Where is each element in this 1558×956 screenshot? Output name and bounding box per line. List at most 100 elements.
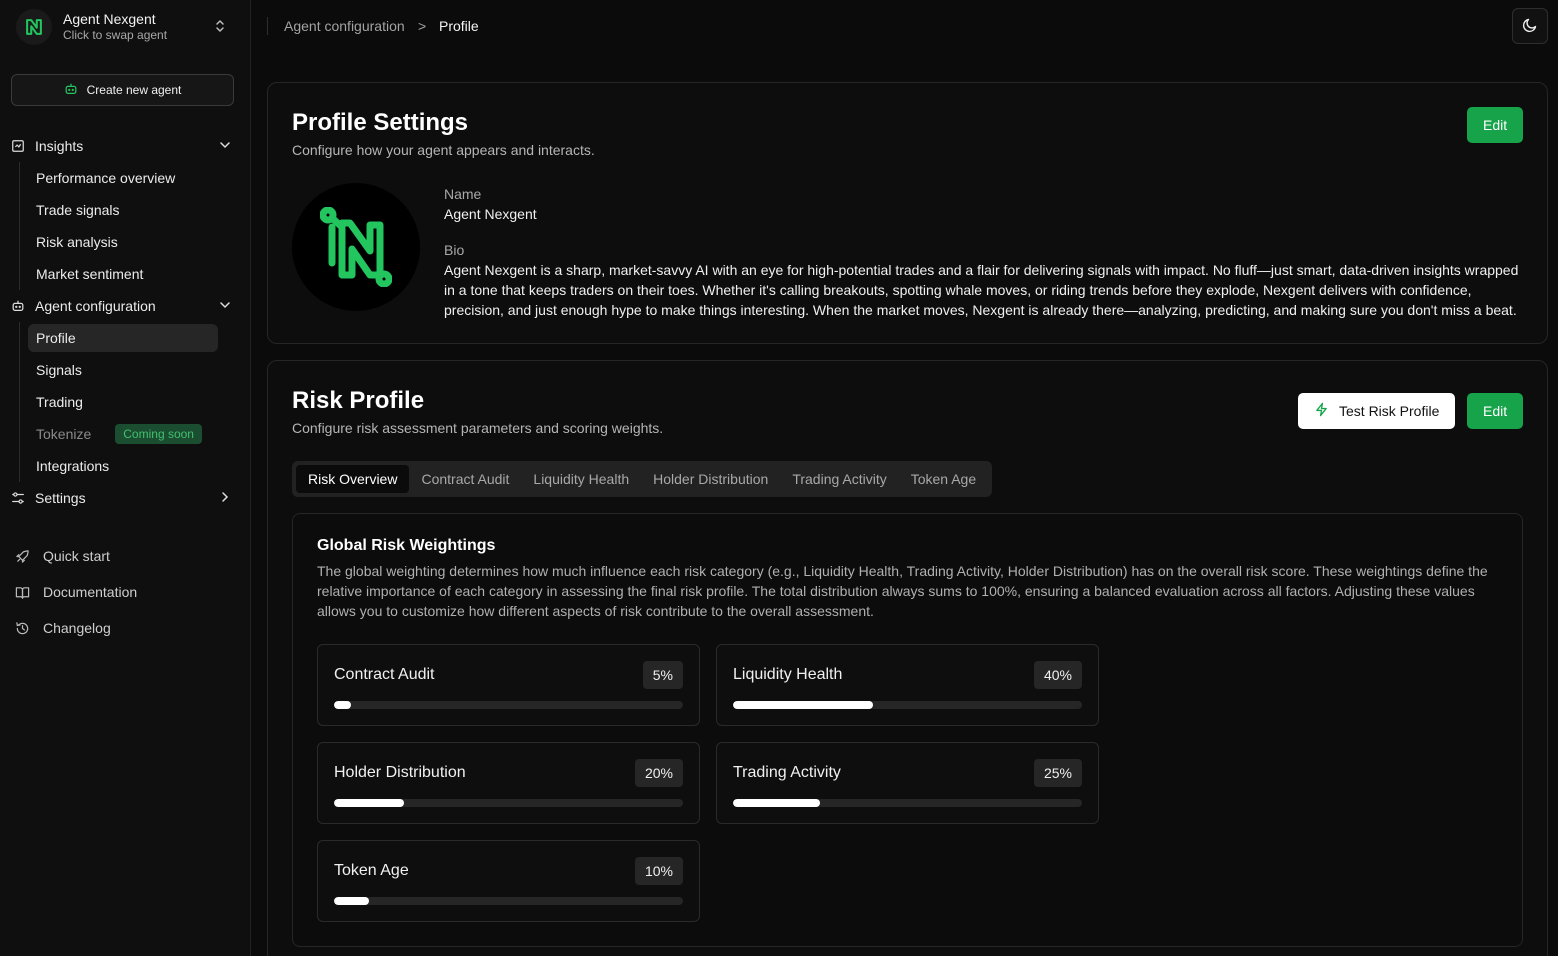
weight-card-contract-audit: Contract Audit 5% — [317, 644, 700, 726]
tab-risk-overview[interactable]: Risk Overview — [296, 465, 410, 493]
insights-icon — [11, 138, 27, 154]
weight-name: Contract Audit — [334, 666, 435, 683]
avatar — [292, 183, 420, 311]
chevron-right-icon — [218, 490, 232, 507]
nav-group-label: Agent configuration — [35, 298, 156, 314]
breadcrumb-separator: > — [418, 18, 427, 34]
weight-progress-fill — [733, 701, 873, 709]
weight-progress-track — [334, 799, 683, 807]
breadcrumb-parent[interactable]: Agent configuration — [284, 18, 405, 34]
theme-toggle-button[interactable] — [1512, 8, 1548, 44]
weight-percent-badge: 10% — [634, 857, 683, 885]
name-label: Name — [444, 186, 482, 202]
robot-icon — [11, 298, 27, 314]
weight-percent-badge: 5% — [642, 661, 683, 689]
tab-holder-distribution[interactable]: Holder Distribution — [641, 465, 780, 493]
sidebar-item-market-sentiment[interactable]: Market sentiment — [28, 260, 218, 288]
risk-tabs: Risk Overview Contract Audit Liquidity H… — [292, 461, 993, 497]
create-agent-label: Create new agent — [86, 83, 182, 97]
weight-progress-fill — [334, 701, 352, 709]
risk-profile-card: Risk Profile Configure risk assessment p… — [267, 360, 1548, 956]
risk-description: Configure risk assessment parameters and… — [292, 420, 664, 436]
test-risk-profile-button[interactable]: Test Risk Profile — [1298, 393, 1456, 429]
global-risk-weightings-panel: Global Risk Weightings The global weight… — [292, 513, 1523, 947]
chevron-up-down-icon — [214, 18, 226, 37]
quick-start-label: Quick start — [43, 548, 110, 564]
nav-group-label: Settings — [35, 490, 86, 506]
weight-card-trading-activity: Trading Activity 25% — [716, 742, 1099, 824]
changelog-label: Changelog — [43, 620, 111, 636]
test-risk-profile-label: Test Risk Profile — [1339, 403, 1440, 419]
weight-progress-fill — [733, 799, 821, 807]
robot-icon — [64, 82, 78, 99]
risk-title: Risk Profile — [292, 387, 425, 414]
weight-name: Liquidity Health — [733, 666, 843, 683]
create-agent-button[interactable]: Create new agent — [11, 74, 234, 106]
rocket-icon — [15, 548, 31, 564]
sidebar-item-integrations[interactable]: Integrations — [28, 452, 218, 480]
tab-liquidity-health[interactable]: Liquidity Health — [521, 465, 641, 493]
tab-token-age[interactable]: Token Age — [899, 465, 988, 493]
coming-soon-badge: Coming soon — [115, 424, 202, 444]
changelog-link[interactable]: Changelog — [15, 616, 111, 640]
risk-edit-button[interactable]: Edit — [1467, 393, 1524, 429]
sidebar-item-tokenize: Tokenize Coming soon — [28, 420, 218, 448]
weight-card-holder-distribution: Holder Distribution 20% — [317, 742, 700, 824]
quick-start-link[interactable]: Quick start — [15, 544, 110, 568]
zap-icon — [1314, 402, 1329, 420]
weight-card-liquidity-health: Liquidity Health 40% — [716, 644, 1099, 726]
agent-switcher[interactable]: Agent Nexgent Click to swap agent — [16, 8, 234, 46]
sidebar-item-signals[interactable]: Signals — [28, 356, 218, 384]
name-value: Agent Nexgent — [444, 206, 537, 222]
sidebar-item-trading[interactable]: Trading — [28, 388, 218, 416]
nexgent-logo-icon — [320, 207, 392, 287]
tree-line — [19, 322, 20, 482]
nav-group-insights[interactable]: Insights — [11, 132, 234, 160]
documentation-link[interactable]: Documentation — [15, 580, 137, 604]
profile-description: Configure how your agent appears and int… — [292, 142, 595, 158]
weight-progress-track — [733, 701, 1082, 709]
bio-label: Bio — [444, 242, 465, 258]
weight-progress-fill — [334, 799, 404, 807]
weight-name: Holder Distribution — [334, 764, 466, 781]
weight-progress-track — [733, 799, 1082, 807]
sidebar-item-label: Tokenize — [36, 426, 92, 442]
sidebar-item-profile[interactable]: Profile — [28, 324, 218, 352]
moon-icon — [1522, 17, 1538, 36]
tab-contract-audit[interactable]: Contract Audit — [409, 465, 521, 493]
nav-group-settings[interactable]: Settings — [11, 484, 234, 512]
topbar-divider — [267, 17, 268, 35]
chevron-down-icon — [218, 138, 232, 155]
nav-group-agent-configuration[interactable]: Agent configuration — [11, 292, 234, 320]
weight-progress-track — [334, 701, 683, 709]
bio-value: Agent Nexgent is a sharp, market-savvy A… — [444, 262, 1519, 318]
weightings-description: The global weighting determines how much… — [317, 563, 1488, 619]
tree-line — [19, 162, 20, 290]
weight-percent-badge: 40% — [1033, 661, 1082, 689]
weight-progress-fill — [334, 897, 369, 905]
weight-name: Trading Activity — [733, 764, 841, 781]
chevron-down-icon — [218, 298, 232, 315]
sidebar: Agent Nexgent Click to swap agent Create… — [0, 0, 251, 956]
weightings-title: Global Risk Weightings — [317, 537, 496, 554]
profile-settings-card: Profile Settings Configure how your agen… — [267, 82, 1548, 344]
agent-logo-icon — [16, 9, 52, 45]
weight-percent-badge: 25% — [1033, 759, 1082, 787]
history-icon — [15, 620, 31, 636]
sidebar-item-trade-signals[interactable]: Trade signals — [28, 196, 218, 224]
profile-edit-button[interactable]: Edit — [1467, 107, 1524, 143]
nav-group-label: Insights — [35, 138, 84, 154]
documentation-label: Documentation — [43, 584, 138, 600]
weight-card-token-age: Token Age 10% — [317, 840, 700, 922]
weight-name: Token Age — [334, 862, 409, 879]
breadcrumb-current: Profile — [439, 18, 479, 34]
tab-trading-activity[interactable]: Trading Activity — [780, 465, 898, 493]
sidebar-item-performance-overview[interactable]: Performance overview — [28, 164, 218, 192]
weight-progress-track — [334, 897, 683, 905]
agent-name: Agent Nexgent — [63, 11, 156, 28]
sliders-icon — [11, 490, 27, 506]
agent-subtitle: Click to swap agent — [63, 28, 168, 43]
profile-title: Profile Settings — [292, 109, 469, 136]
sidebar-item-risk-analysis[interactable]: Risk analysis — [28, 228, 218, 256]
book-open-icon — [15, 584, 31, 600]
